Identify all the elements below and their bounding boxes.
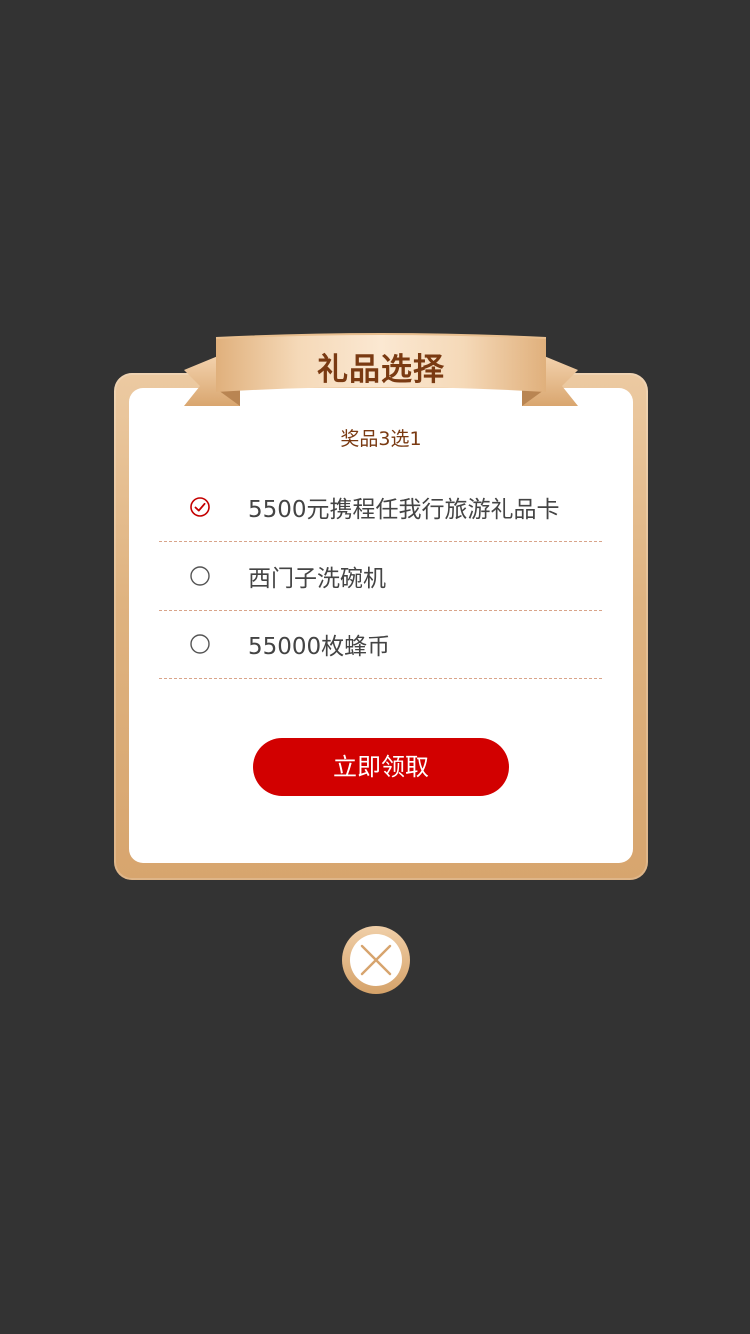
option-dishwasher[interactable]: 西门子洗碗机 — [159, 542, 602, 611]
prize-subtitle: 奖品3选1 — [340, 428, 422, 450]
option-label: 55000枚蜂币 — [248, 634, 391, 660]
checked-radio-icon[interactable] — [190, 497, 210, 517]
option-label: 西门子洗碗机 — [248, 566, 386, 592]
claim-button[interactable]: 立即领取 — [253, 738, 509, 796]
radio-unchecked-icon[interactable] — [190, 566, 210, 586]
title-ribbon: 礼品选择 — [180, 330, 582, 415]
option-label: 5500元携程任我行旅游礼品卡 — [248, 497, 560, 523]
option-travel-card[interactable]: 5500元携程任我行旅游礼品卡 — [159, 473, 602, 542]
close-button[interactable] — [341, 925, 411, 995]
close-icon[interactable] — [341, 925, 411, 995]
dialog-title: 礼品选择 — [317, 352, 445, 388]
radio-unchecked-icon[interactable] — [190, 634, 210, 654]
option-bee-coins[interactable]: 55000枚蜂币 — [159, 610, 602, 679]
